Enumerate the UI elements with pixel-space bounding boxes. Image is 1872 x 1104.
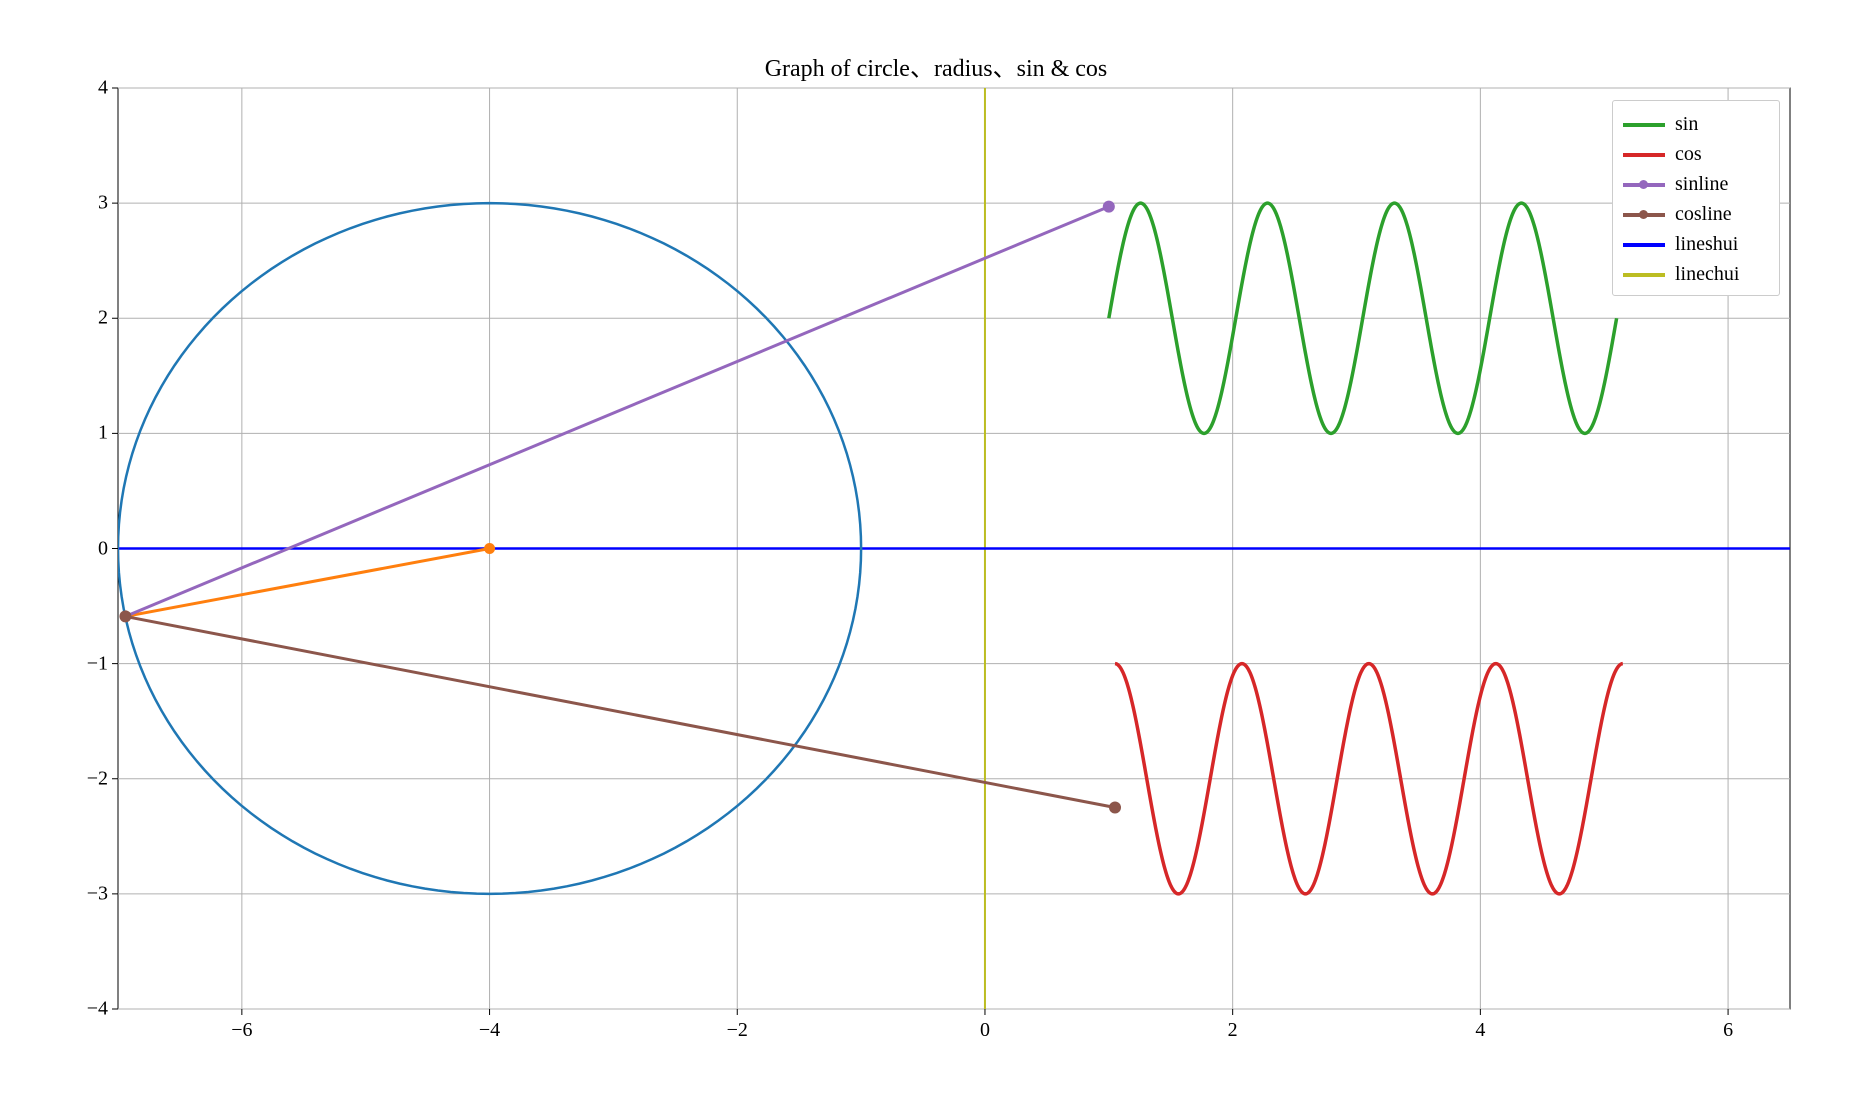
legend-item: linechui — [1623, 259, 1769, 289]
legend-swatch — [1623, 234, 1665, 254]
radius-line — [125, 549, 489, 617]
legend-item: sin — [1623, 109, 1769, 139]
plot-area — [0, 0, 1872, 1104]
y-tick-label: 2 — [74, 307, 108, 330]
chart-figure: Graph of circle、radius、sin & cos sincoss… — [0, 0, 1872, 1104]
x-tick-label: 4 — [1475, 1019, 1485, 1042]
legend-label: sin — [1675, 113, 1698, 136]
legend: sin cos sinline cosline lineshui linechui — [1612, 100, 1780, 296]
legend-swatch — [1623, 114, 1665, 134]
legend-label: cosline — [1675, 203, 1732, 226]
y-tick-label: −3 — [74, 882, 108, 905]
x-tick-label: −6 — [231, 1019, 252, 1042]
legend-item: cosline — [1623, 199, 1769, 229]
legend-swatch — [1623, 264, 1665, 284]
x-tick-label: 0 — [980, 1019, 990, 1042]
radius-marker — [484, 543, 495, 554]
legend-swatch — [1623, 204, 1665, 224]
cosline-marker-start-icon — [119, 610, 131, 622]
legend-swatch — [1623, 174, 1665, 194]
y-tick-label: −4 — [74, 998, 108, 1021]
x-tick-label: 6 — [1723, 1019, 1733, 1042]
legend-marker-icon — [1639, 180, 1648, 189]
legend-label: linechui — [1675, 263, 1739, 286]
legend-label: lineshui — [1675, 233, 1738, 256]
cosline-marker-end-icon — [1109, 802, 1121, 814]
legend-marker-icon — [1639, 210, 1648, 219]
y-tick-label: 3 — [74, 192, 108, 215]
y-tick-label: −1 — [74, 652, 108, 675]
legend-item: cos — [1623, 139, 1769, 169]
chart-title: Graph of circle、radius、sin & cos — [0, 48, 1872, 83]
legend-item: sinline — [1623, 169, 1769, 199]
x-tick-label: −4 — [479, 1019, 500, 1042]
legend-item: lineshui — [1623, 229, 1769, 259]
y-tick-label: 1 — [74, 422, 108, 445]
legend-swatch — [1623, 144, 1665, 164]
y-tick-label: 0 — [74, 537, 108, 560]
x-tick-label: 2 — [1228, 1019, 1238, 1042]
legend-label: cos — [1675, 143, 1702, 166]
legend-label: sinline — [1675, 173, 1728, 196]
x-tick-label: −2 — [727, 1019, 748, 1042]
y-tick-label: 4 — [74, 77, 108, 100]
sinline-marker-icon — [1103, 201, 1115, 213]
y-tick-label: −2 — [74, 767, 108, 790]
